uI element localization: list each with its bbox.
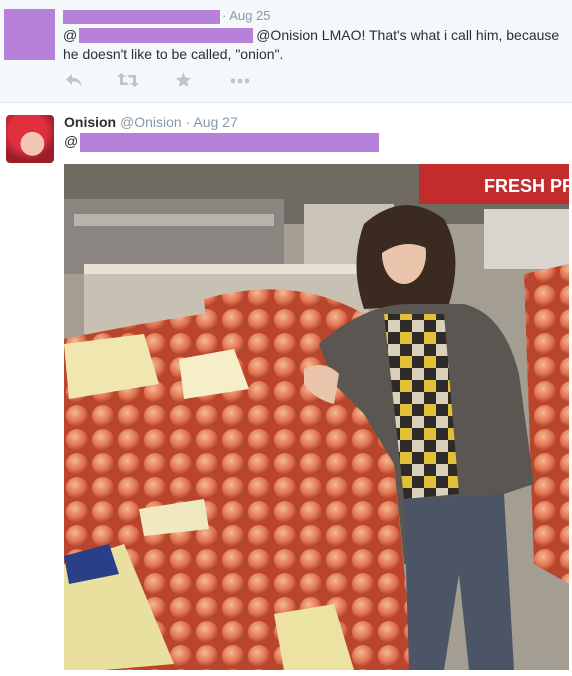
photo-tweet: Onision @Onision · Aug 27 @ FRESH PR bbox=[0, 103, 572, 676]
redacted-mention bbox=[80, 133, 380, 152]
author-handle[interactable]: @Onision bbox=[120, 114, 182, 130]
reply-icon[interactable] bbox=[65, 72, 85, 90]
more-dots-icon[interactable] bbox=[229, 72, 250, 90]
mention-onision[interactable]: @Onision bbox=[256, 27, 318, 43]
mention-prefix: @ bbox=[63, 27, 78, 43]
tweet-date[interactable]: · Aug 27 bbox=[186, 114, 238, 130]
author-fullname[interactable]: Onision bbox=[64, 114, 116, 130]
tweet-header: Onision @Onision · Aug 27 bbox=[64, 114, 238, 130]
retweet-icon[interactable] bbox=[117, 72, 139, 90]
redacted-username[interactable] bbox=[63, 10, 220, 24]
mention-prefix: @ bbox=[64, 133, 79, 150]
photo-sign: FRESH PRODUC bbox=[484, 176, 569, 196]
tweet-photo[interactable]: FRESH PRODUC bbox=[64, 164, 569, 670]
favorite-star-icon[interactable] bbox=[175, 72, 195, 90]
redacted-avatar[interactable] bbox=[4, 9, 55, 60]
avatar[interactable] bbox=[6, 115, 54, 163]
redacted-mention bbox=[79, 27, 254, 43]
tweet-text: @ bbox=[64, 133, 380, 152]
tweet-date[interactable]: · Aug 25 bbox=[222, 8, 270, 23]
reply-tweet: · Aug 25 @ @Onision LMAO! That's what i c… bbox=[0, 0, 572, 103]
tweet-text: @ @Onision LMAO! That's what i call him, … bbox=[63, 26, 563, 63]
